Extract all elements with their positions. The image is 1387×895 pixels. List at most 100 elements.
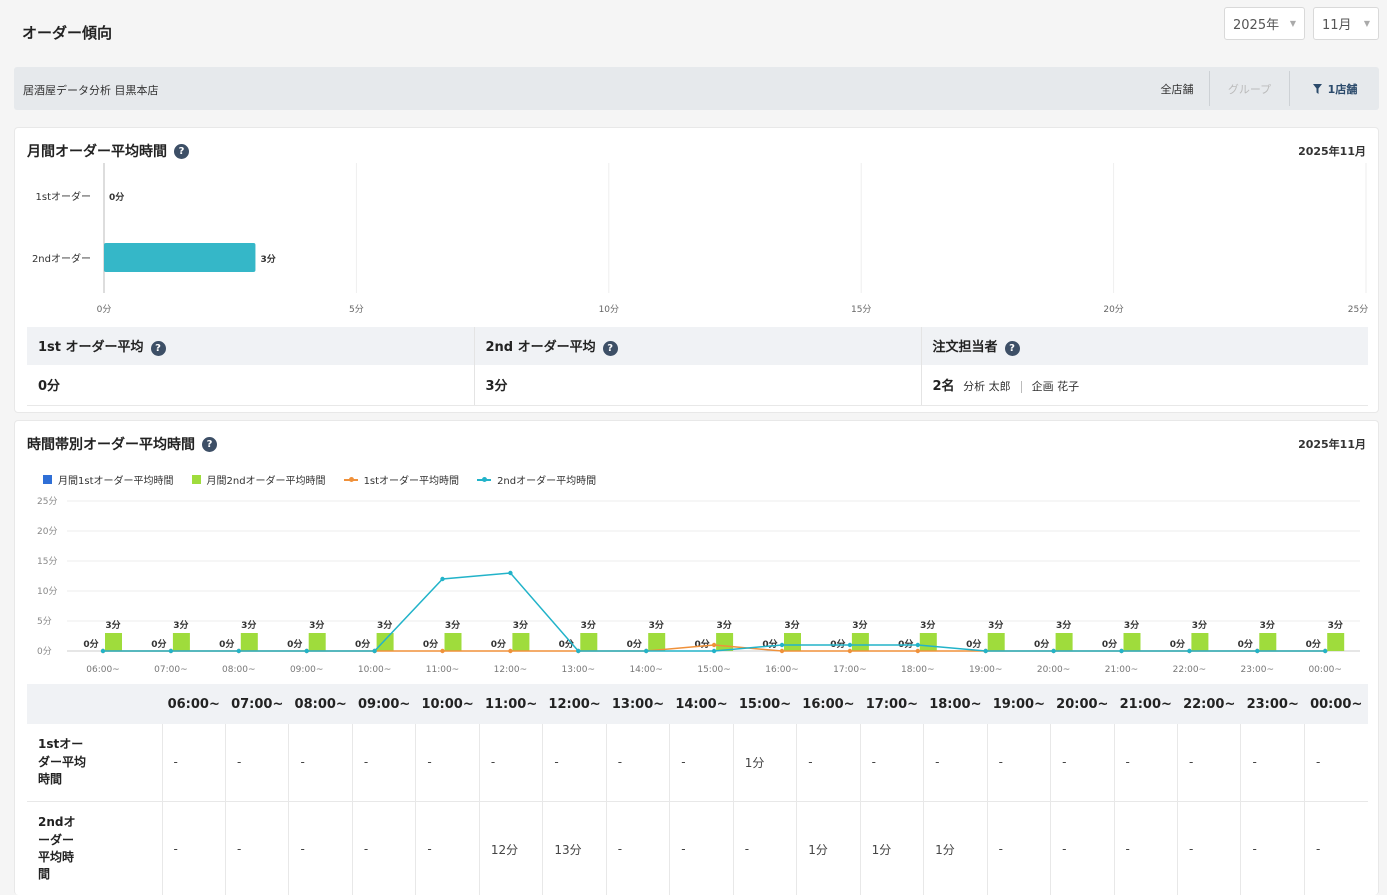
table-cell: - xyxy=(288,801,353,895)
bar-value-label: 3分 xyxy=(784,619,799,631)
line-point xyxy=(236,648,241,654)
x-tick-label: 20:00~ xyxy=(1037,665,1070,675)
table-cell: - xyxy=(225,724,290,802)
column-header: 09:00~ xyxy=(352,684,416,724)
month-select[interactable]: 11月 ▼ xyxy=(1313,7,1379,40)
help-icon[interactable]: ? xyxy=(174,143,189,159)
column-header: 06:00~ xyxy=(162,684,226,724)
help-icon[interactable]: ? xyxy=(150,341,166,356)
column-header: 00:00~ xyxy=(1304,684,1368,724)
store-filter-bar: 居酒屋データ分析 目黒本店 全店舗 グループ 1店舗 xyxy=(14,67,1379,110)
column-header: 17:00~ xyxy=(860,684,924,724)
x-tick-label: 19:00~ xyxy=(969,665,1002,675)
bar xyxy=(1259,633,1277,651)
column-header: 14:00~ xyxy=(669,684,734,724)
y-tick-label: 10分 xyxy=(37,586,57,597)
bar-value-label: 0分 xyxy=(830,638,845,650)
hourly-table: 06:00~ 07:00~ 08:00~ 09:00~ 10:00~ 11:00~ 12:0… xyxy=(27,684,1368,895)
bar-value-label: 3分 xyxy=(309,619,324,631)
x-tick-label: 21:00~ xyxy=(1105,665,1138,675)
help-icon[interactable]: ? xyxy=(202,436,217,452)
x-tick-label: 22:00~ xyxy=(1173,665,1206,675)
monthly-summary-table: 1st オーダー平均? 2nd オーダー平均? 注文担当者? 0分 3分 2名 … xyxy=(27,327,1368,406)
bar xyxy=(1055,633,1073,651)
bar-value-label: 0分 xyxy=(1170,638,1185,650)
x-tick-label: 15分 xyxy=(851,304,871,315)
bar-value-label: 3分 xyxy=(581,619,596,631)
bar xyxy=(240,633,258,651)
legend-swatch xyxy=(191,475,201,484)
bar xyxy=(376,633,394,651)
hourly-order-card: 時間帯別オーダー平均時間 ? 2025年11月 月間1stオーダー平均時間 月間… xyxy=(14,420,1379,895)
bar-value-label: 0分 xyxy=(109,191,124,203)
line-point xyxy=(508,570,513,576)
table-cell: - xyxy=(1177,724,1242,802)
table-cell: - xyxy=(415,724,480,802)
table-cell: - xyxy=(415,801,480,895)
bar-value-label: 3分 xyxy=(1328,619,1343,631)
column-header: 22:00~ xyxy=(1177,684,1241,724)
help-icon[interactable]: ? xyxy=(602,341,618,356)
summary-first-value: 0分 xyxy=(27,365,475,406)
bar xyxy=(648,633,666,651)
table-row: 2ndオーダー平均時間 - - - - -12分 13分 - - -1分 1分 1分 - - - - - - xyxy=(27,801,1368,895)
bar xyxy=(308,633,326,651)
period-label: 2025年11月 xyxy=(1298,145,1366,158)
segment-all-stores[interactable]: 全店舗 xyxy=(1147,73,1207,104)
bar-value-label: 0分 xyxy=(355,638,370,650)
bar xyxy=(104,243,256,272)
legend-item[interactable]: 2ndオーダー平均時間 xyxy=(477,472,596,487)
bar xyxy=(580,633,598,651)
table-cell: - xyxy=(1050,801,1115,895)
help-icon[interactable]: ? xyxy=(1004,341,1020,356)
summary-header-staff: 注文担当者? xyxy=(921,327,1368,365)
legend-item[interactable]: 月間2ndオーダー平均時間 xyxy=(191,472,326,487)
table-cell: 1分 xyxy=(860,801,925,895)
table-cell: - xyxy=(923,724,988,802)
table-cell: - xyxy=(860,724,925,802)
monthly-bar-chart: 0分 5分 10分 15分 20分 25分 1stオーダー 0分 2ndオーダー 3分 xyxy=(32,163,1368,315)
summary-header-first: 1st オーダー平均? xyxy=(27,327,475,365)
line-point xyxy=(168,648,174,654)
line-point xyxy=(915,648,920,654)
chevron-down-icon: ▼ xyxy=(1363,19,1370,28)
y-tick-label: 15分 xyxy=(37,556,57,567)
legend-swatch xyxy=(343,475,358,484)
segment-group[interactable]: グループ xyxy=(1211,73,1288,104)
table-cell: - xyxy=(1114,724,1179,802)
table-cell: 1分 xyxy=(733,724,798,802)
x-tick-label: 14:00~ xyxy=(629,665,662,675)
bar-value-label: 3分 xyxy=(1124,619,1139,631)
table-cell: - xyxy=(1050,724,1115,802)
line-point xyxy=(644,648,649,654)
year-select[interactable]: 2025年 ▼ xyxy=(1224,7,1305,40)
table-cell: - xyxy=(733,801,798,895)
segment-one-store[interactable]: 1店舗 xyxy=(1291,73,1379,104)
x-tick-label: 12:00~ xyxy=(494,665,527,675)
x-tick-label: 06:00~ xyxy=(86,665,119,675)
x-tick-label: 13:00~ xyxy=(562,665,595,675)
column-header: 08:00~ xyxy=(288,684,353,724)
table-cell: - xyxy=(542,724,607,802)
bar-value-label: 3分 xyxy=(241,619,256,631)
store-name: 居酒屋データ分析 目黒本店 xyxy=(23,84,159,97)
table-cell: 1分 xyxy=(796,801,861,895)
legend-item[interactable]: 1stオーダー平均時間 xyxy=(343,472,459,487)
line-point xyxy=(304,648,309,654)
bar xyxy=(784,633,801,651)
table-cell: 1分 xyxy=(923,801,988,895)
line-point xyxy=(983,648,988,654)
line-point xyxy=(440,648,445,654)
y-tick-label: 5分 xyxy=(37,616,52,627)
y-category-label: 2ndオーダー xyxy=(32,252,91,265)
x-tick-label: 11:00~ xyxy=(426,665,459,675)
x-tick-label: 23:00~ xyxy=(1241,665,1274,675)
table-cell: - xyxy=(225,801,290,895)
chart-legend: 月間1stオーダー平均時間 月間2ndオーダー平均時間 1stオーダー平均時間 … xyxy=(43,472,596,487)
card-title: 時間帯別オーダー平均時間 ? xyxy=(27,434,217,454)
bar-value-label: 0分 xyxy=(1034,638,1049,650)
line-point xyxy=(847,648,853,654)
legend-item[interactable]: 月間1stオーダー平均時間 xyxy=(43,472,174,487)
bar xyxy=(1191,633,1209,651)
x-tick-label: 18:00~ xyxy=(901,665,934,675)
